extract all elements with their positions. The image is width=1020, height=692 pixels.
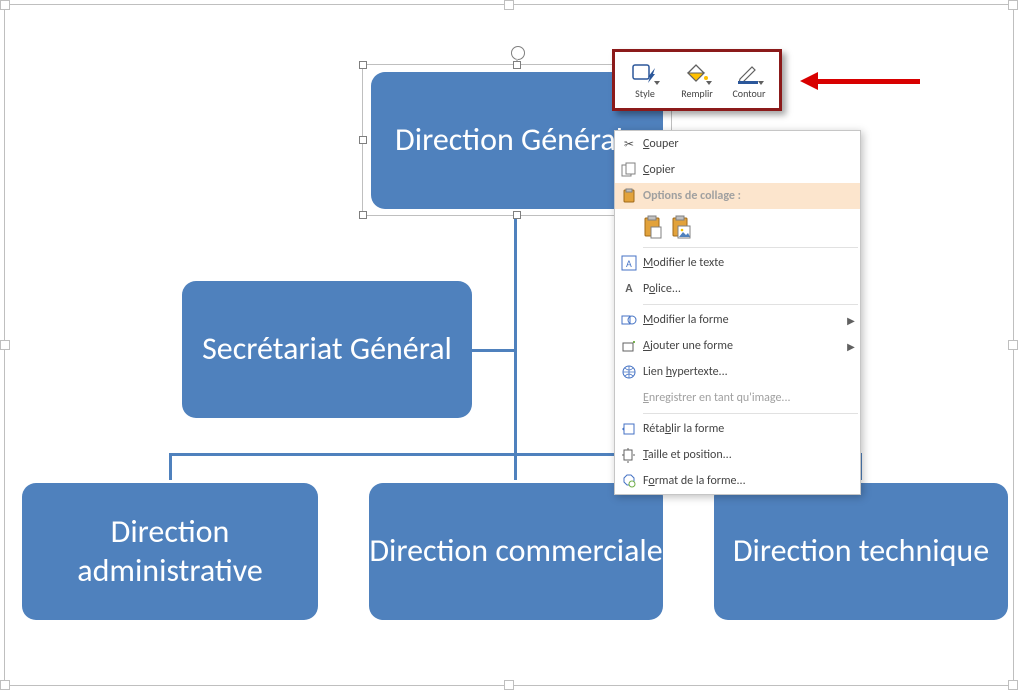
menu-label: Rétablir la forme [643, 422, 860, 436]
menu-label: Ajouter une forme [643, 339, 842, 353]
menu-label: Enregistrer en tant qu'image... [643, 391, 860, 405]
menu-label: Copier [643, 163, 860, 177]
menu-hyperlink[interactable]: Lien hypertexte... [615, 359, 860, 385]
menu-format-shape[interactable]: Format de la forme... [615, 468, 860, 494]
reset-shape-icon [615, 421, 643, 437]
object-handle[interactable] [1008, 0, 1018, 10]
node-direction-administrative[interactable]: Direction administrative [22, 483, 318, 620]
object-handle[interactable] [504, 0, 514, 10]
toolbar-label: Contour [732, 87, 765, 100]
dropdown-caret-icon [706, 81, 712, 85]
submenu-arrow-icon: ▶ [842, 314, 860, 327]
menu-separator [643, 304, 858, 305]
connector [514, 453, 517, 480]
object-handle[interactable] [1008, 340, 1018, 350]
change-shape-icon [615, 312, 643, 328]
context-menu: ✂ Couper Copier Options de collage : A M… [614, 130, 861, 495]
resize-handle[interactable] [513, 61, 521, 69]
menu-cut[interactable]: ✂ Couper [615, 131, 860, 157]
menu-change-shape[interactable]: Modifier la forme ▶ [615, 307, 860, 333]
resize-handle[interactable] [513, 211, 521, 219]
object-handle[interactable] [1008, 680, 1018, 690]
fill-button[interactable]: Remplir [671, 61, 723, 100]
connector [514, 216, 517, 280]
mini-toolbar: Style Remplir Contour [612, 49, 782, 111]
dropdown-caret-icon [654, 81, 660, 85]
resize-handle[interactable] [359, 211, 367, 219]
copy-icon [615, 162, 643, 178]
paste-keep-formatting-button[interactable] [643, 215, 663, 239]
clipboard-icon [615, 188, 643, 204]
edit-text-icon: A [615, 255, 643, 271]
connector [169, 453, 172, 480]
svg-text:A: A [626, 257, 632, 270]
toolbar-label: Style [635, 87, 655, 100]
menu-label: Options de collage : [643, 189, 860, 203]
menu-separator [643, 247, 858, 248]
callout-arrow [800, 72, 920, 92]
node-secretariat-general[interactable]: Secrétariat Général [182, 281, 472, 418]
menu-label: Couper [643, 137, 860, 151]
menu-label: Lien hypertexte... [643, 365, 860, 379]
toolbar-label: Remplir [681, 87, 713, 100]
font-icon: A [615, 282, 643, 296]
connector [514, 280, 517, 455]
dropdown-caret-icon [758, 81, 764, 85]
hyperlink-icon [615, 364, 643, 380]
submenu-arrow-icon: ▶ [842, 340, 860, 353]
menu-label: Modifier le texte [643, 256, 860, 270]
node-label: Direction technique [733, 532, 989, 570]
node-label: Direction administrative [22, 513, 318, 590]
menu-add-shape[interactable]: Ajouter une forme ▶ [615, 333, 860, 359]
menu-label: Format de la forme... [643, 474, 860, 488]
menu-separator [643, 413, 858, 414]
menu-paste-options: Options de collage : [615, 183, 860, 209]
outline-pen-icon [736, 61, 762, 85]
menu-edit-text[interactable]: A Modifier le texte [615, 250, 860, 276]
object-handle[interactable] [504, 680, 514, 690]
style-button[interactable]: Style [619, 61, 671, 100]
object-handle[interactable] [0, 0, 10, 10]
menu-save-as-image[interactable]: Enregistrer en tant qu'image... [615, 385, 860, 411]
object-handle[interactable] [0, 340, 10, 350]
smartart-canvas[interactable]: Direction Générale Secrétariat Général D… [4, 4, 1014, 686]
size-position-icon [615, 447, 643, 463]
paste-options-row [615, 209, 860, 245]
resize-handle[interactable] [359, 61, 367, 69]
menu-font[interactable]: A Police... [615, 276, 860, 302]
outline-button[interactable]: Contour [723, 61, 775, 100]
connector [469, 349, 517, 352]
menu-label: Police... [643, 282, 860, 296]
add-shape-icon [615, 338, 643, 354]
rotate-handle[interactable] [511, 46, 525, 60]
shape-style-icon [632, 61, 658, 85]
menu-reset-shape[interactable]: Rétablir la forme [615, 416, 860, 442]
node-label: Secrétariat Général [202, 330, 452, 368]
node-label: Direction commerciale [369, 532, 662, 570]
object-handle[interactable] [0, 680, 10, 690]
format-shape-icon [615, 473, 643, 489]
menu-label: Modifier la forme [643, 313, 842, 327]
resize-handle[interactable] [359, 136, 367, 144]
menu-size-position[interactable]: Taille et position... [615, 442, 860, 468]
node-direction-commerciale[interactable]: Direction commerciale [369, 483, 663, 620]
paste-picture-button[interactable] [671, 215, 691, 239]
fill-bucket-icon [684, 61, 710, 85]
menu-label: Taille et position... [643, 448, 860, 462]
menu-copy[interactable]: Copier [615, 157, 860, 183]
node-direction-technique[interactable]: Direction technique [714, 483, 1008, 620]
scissors-icon: ✂ [624, 137, 634, 151]
